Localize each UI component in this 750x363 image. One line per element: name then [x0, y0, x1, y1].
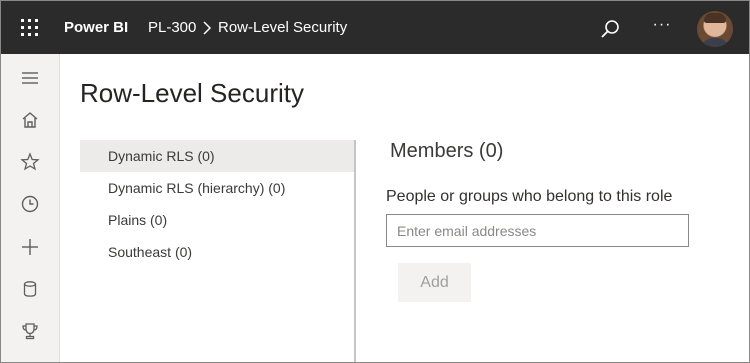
- home-icon[interactable]: [17, 107, 43, 133]
- breadcrumb-workspace[interactable]: PL-300: [148, 19, 196, 36]
- role-item[interactable]: Dynamic RLS (0): [80, 140, 355, 172]
- star-icon[interactable]: [17, 149, 43, 175]
- waffle-icon[interactable]: [21, 19, 39, 37]
- panel-divider: [354, 140, 356, 362]
- breadcrumb-page: Row-Level Security: [218, 19, 348, 36]
- role-item-label: Dynamic RLS (0): [108, 148, 215, 164]
- role-item[interactable]: Southeast (0): [80, 236, 355, 268]
- role-item-label: Plains (0): [108, 212, 168, 228]
- page-title: Row-Level Security: [80, 78, 304, 108]
- role-item-label: Southeast (0): [108, 244, 193, 260]
- hamburger-icon[interactable]: [17, 65, 43, 91]
- role-list: Dynamic RLS (0) Dynamic RLS (hierarchy) …: [80, 140, 355, 268]
- trophy-icon[interactable]: [17, 318, 43, 344]
- avatar[interactable]: [697, 11, 733, 47]
- left-nav: [1, 54, 60, 362]
- search-icon[interactable]: [599, 18, 621, 40]
- members-title: Members (0): [390, 140, 504, 162]
- role-item-label: Dynamic RLS (hierarchy) (0): [108, 180, 286, 196]
- database-icon[interactable]: [17, 276, 43, 302]
- role-item[interactable]: Plains (0): [80, 204, 355, 236]
- app-name[interactable]: Power BI: [64, 19, 128, 36]
- app-window: Power BI PL-300 Row-Level Security ··· R…: [0, 0, 750, 363]
- plus-icon[interactable]: [17, 234, 43, 260]
- clock-icon[interactable]: [17, 191, 43, 217]
- top-bar: Power BI PL-300 Row-Level Security ···: [1, 1, 749, 54]
- chevron-right-icon: [203, 21, 212, 35]
- members-label: People or groups who belong to this role: [386, 188, 673, 205]
- more-icon[interactable]: ···: [651, 16, 673, 38]
- email-input[interactable]: [386, 214, 689, 247]
- add-button[interactable]: Add: [398, 263, 471, 302]
- role-item[interactable]: Dynamic RLS (hierarchy) (0): [80, 172, 355, 204]
